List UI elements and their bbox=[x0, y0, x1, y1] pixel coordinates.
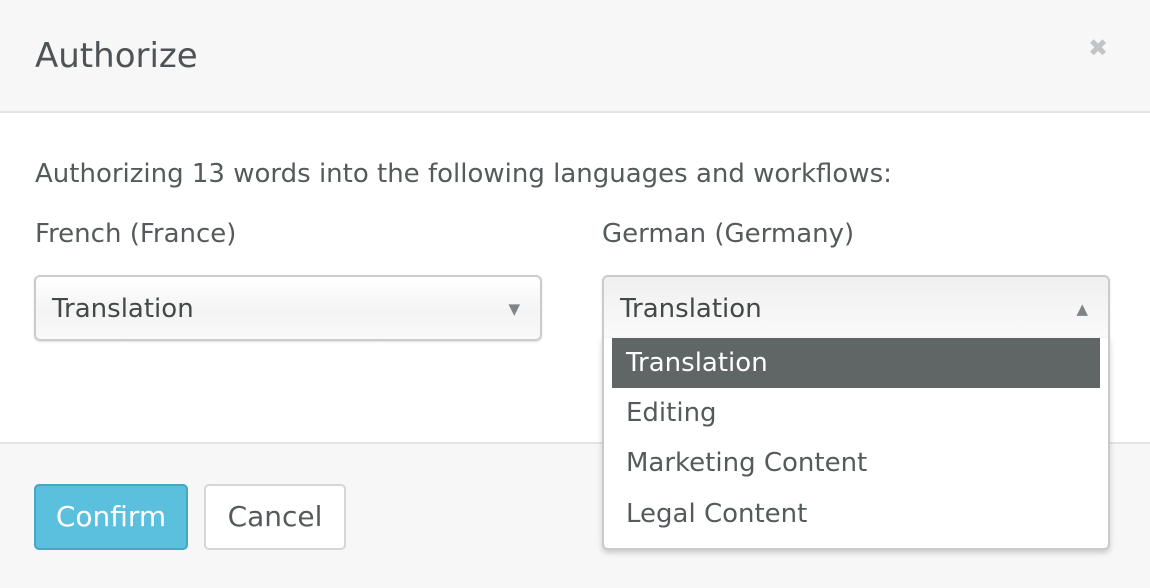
dropdown-option-marketing-content[interactable]: Marketing Content bbox=[612, 438, 1100, 488]
workflow-select-german[interactable]: Translation ▲ bbox=[602, 275, 1110, 341]
dropdown-option-editing[interactable]: Editing bbox=[612, 388, 1100, 438]
intro-text: Authorizing 13 words into the following … bbox=[35, 159, 892, 189]
workflow-select-french[interactable]: Translation ▼ bbox=[34, 275, 542, 341]
confirm-button[interactable]: Confirm bbox=[34, 484, 188, 550]
modal-header: Authorize ✖ bbox=[0, 0, 1150, 113]
language-label-german: German (Germany) bbox=[602, 219, 855, 249]
close-icon[interactable]: ✖ bbox=[1086, 36, 1110, 60]
workflow-dropdown-menu: Translation Editing Marketing Content Le… bbox=[602, 338, 1110, 550]
dropdown-option-legal-content[interactable]: Legal Content bbox=[612, 489, 1100, 539]
language-label-french: French (France) bbox=[35, 219, 237, 249]
modal-title: Authorize bbox=[35, 36, 198, 76]
authorize-modal: Authorize ✖ Authorizing 13 words into th… bbox=[0, 0, 1150, 588]
select-value: Translation bbox=[620, 294, 762, 324]
chevron-down-icon: ▼ bbox=[508, 300, 520, 318]
cancel-button[interactable]: Cancel bbox=[204, 484, 346, 550]
select-value: Translation bbox=[52, 294, 194, 324]
dropdown-option-translation[interactable]: Translation bbox=[612, 338, 1100, 388]
chevron-up-icon: ▲ bbox=[1076, 300, 1088, 318]
